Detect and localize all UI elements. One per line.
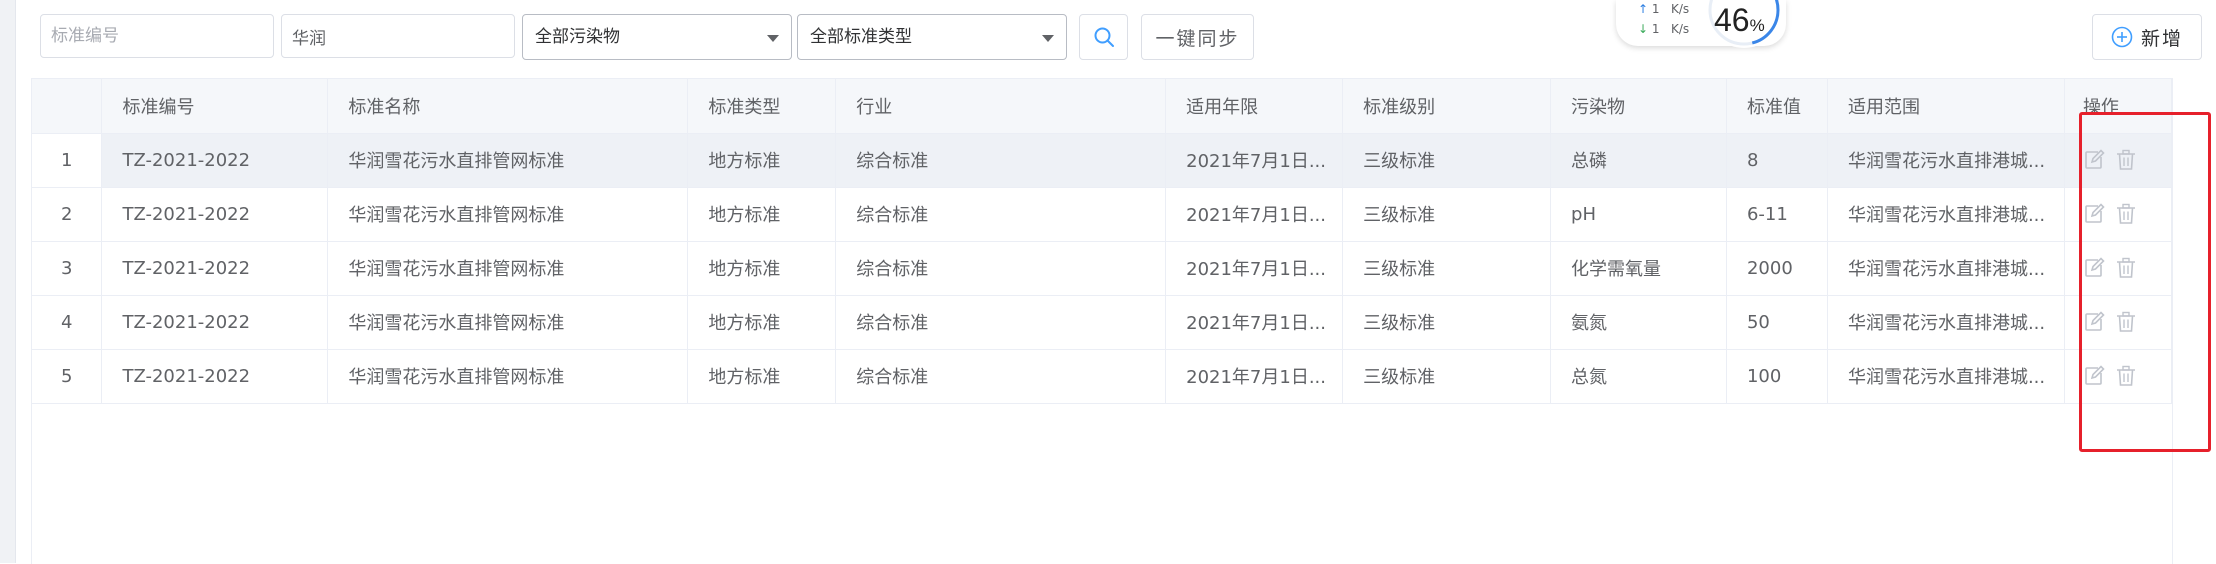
cell-standard-value: 100 [1726, 349, 1828, 404]
pollutant-select[interactable]: 全部污染物 [522, 14, 792, 60]
cell-applicable-period: 2021年7月1日... [1165, 349, 1344, 404]
search-button[interactable] [1079, 14, 1128, 60]
table-row[interactable]: 1 TZ-2021-2022 华润雪花污水直排管网标准 地方标准 综合标准 2021年7月… [32, 133, 2173, 188]
cell-applicable-scope: 华润雪花污水直排港城... [1827, 187, 2065, 242]
cell-index: 5 [32, 349, 103, 404]
upload-speed: ↑ 1 K/s [1638, 2, 1689, 16]
add-button[interactable]: 新增 [2092, 14, 2202, 60]
cell-standard-value: 2000 [1726, 241, 1828, 296]
cell-applicable-scope: 华润雪花污水直排港城... [1827, 295, 2065, 350]
cell-pollutant: pH [1550, 187, 1727, 242]
header-applicable-period: 适用年限 [1165, 79, 1344, 134]
cell-applicable-period: 2021年7月1日... [1165, 133, 1344, 188]
cell-standard-level: 三级标准 [1342, 349, 1552, 404]
cell-standard-code: TZ-2021-2022 [101, 133, 329, 188]
cell-applicable-scope: 华润雪花污水直排港城... [1827, 349, 2065, 404]
cell-applicable-scope: 华润雪花污水直排港城... [1827, 133, 2065, 188]
upload-speed-value: 1 [1651, 2, 1660, 16]
cell-standard-name: 华润雪花污水直排管网标准 [327, 241, 689, 296]
cell-standard-code: TZ-2021-2022 [101, 349, 329, 404]
cell-standard-code: TZ-2021-2022 [101, 241, 329, 296]
download-speed: ↓ 1 K/s [1638, 22, 1689, 36]
cell-standard-type: 地方标准 [687, 295, 837, 350]
cell-pollutant: 总氮 [1550, 349, 1727, 404]
usage-value: 46 [1714, 2, 1750, 38]
cell-applicable-period: 2021年7月1日... [1165, 295, 1344, 350]
cell-standard-name: 华润雪花污水直排管网标准 [327, 349, 689, 404]
cell-standard-type: 地方标准 [687, 133, 837, 188]
header-standard-type: 标准类型 [687, 79, 837, 134]
add-button-label: 新增 [2140, 27, 2183, 50]
cell-industry: 综合标准 [835, 295, 1167, 350]
upload-speed-unit: K/s [1670, 2, 1690, 16]
header-standard-code: 标准编号 [101, 79, 329, 134]
cell-standard-level: 三级标准 [1342, 187, 1552, 242]
cell-index: 1 [32, 133, 103, 188]
cell-standard-code: TZ-2021-2022 [101, 295, 329, 350]
sync-button[interactable]: 一键同步 [1141, 14, 1254, 60]
cell-standard-value: 50 [1726, 295, 1828, 350]
highlight-box [2079, 112, 2211, 452]
header-standard-level: 标准级别 [1342, 79, 1552, 134]
cell-applicable-scope: 华润雪花污水直排港城... [1827, 241, 2065, 296]
standard-code-input[interactable] [40, 14, 274, 58]
left-panel-edge [0, 0, 16, 563]
cell-applicable-period: 2021年7月1日... [1165, 241, 1344, 296]
standards-table: 标准编号 标准名称 标准类型 行业 适用年限 标准级别 污染物 标准值 适用范围… [31, 78, 2173, 564]
header-standard-value: 标准值 [1726, 79, 1828, 134]
header-applicable-scope: 适用范围 [1827, 79, 2065, 134]
cell-standard-value: 6-11 [1726, 187, 1828, 242]
cell-pollutant: 氨氮 [1550, 295, 1727, 350]
cell-standard-name: 华润雪花污水直排管网标准 [327, 295, 689, 350]
usage-unit: % [1749, 16, 1765, 35]
cell-industry: 综合标准 [835, 133, 1167, 188]
standard-name-input[interactable] [281, 14, 515, 58]
cell-pollutant: 总磷 [1550, 133, 1727, 188]
download-speed-unit: K/s [1670, 22, 1690, 36]
standard-type-select-value: 全部标准类型 [810, 27, 912, 47]
header-standard-name: 标准名称 [327, 79, 689, 134]
standard-type-select[interactable]: 全部标准类型 [797, 14, 1067, 60]
cell-industry: 综合标准 [835, 241, 1167, 296]
usage-readout: 46% [1714, 2, 1765, 39]
table-row[interactable]: 2 TZ-2021-2022 华润雪花污水直排管网标准 地方标准 综合标准 2021年7月… [32, 187, 2173, 242]
cell-industry: 综合标准 [835, 349, 1167, 404]
cell-standard-name: 华润雪花污水直排管网标准 [327, 187, 689, 242]
sync-button-label: 一键同步 [1155, 27, 1240, 50]
cell-index: 3 [32, 241, 103, 296]
cell-index: 4 [32, 295, 103, 350]
header-industry: 行业 [835, 79, 1167, 134]
usage-gauge: 46% [1706, 0, 1782, 48]
header-pollutant: 污染物 [1550, 79, 1727, 134]
cell-standard-type: 地方标准 [687, 241, 837, 296]
cell-index: 2 [32, 187, 103, 242]
cell-standard-type: 地方标准 [687, 349, 837, 404]
cell-industry: 综合标准 [835, 187, 1167, 242]
cell-standard-type: 地方标准 [687, 187, 837, 242]
cell-standard-code: TZ-2021-2022 [101, 187, 329, 242]
caret-down-icon [767, 35, 779, 42]
caret-down-icon [1042, 35, 1054, 42]
plus-circle-icon [2111, 26, 2133, 48]
search-icon [1094, 27, 1114, 47]
cell-standard-value: 8 [1726, 133, 1828, 188]
cell-standard-level: 三级标准 [1342, 295, 1552, 350]
download-speed-value: 1 [1651, 22, 1660, 36]
table-row[interactable]: 5 TZ-2021-2022 华润雪花污水直排管网标准 地方标准 综合标准 2021年7月… [32, 349, 2173, 404]
pollutant-select-value: 全部污染物 [535, 27, 620, 47]
table-row[interactable]: 3 TZ-2021-2022 华润雪花污水直排管网标准 地方标准 综合标准 2021年7月… [32, 241, 2173, 296]
cell-standard-level: 三级标准 [1342, 133, 1552, 188]
cell-pollutant: 化学需氧量 [1550, 241, 1727, 296]
table-row[interactable]: 4 TZ-2021-2022 华润雪花污水直排管网标准 地方标准 综合标准 2021年7月… [32, 295, 2173, 350]
cell-applicable-period: 2021年7月1日... [1165, 187, 1344, 242]
table-header-row: 标准编号 标准名称 标准类型 行业 适用年限 标准级别 污染物 标准值 适用范围… [32, 79, 2173, 134]
arrow-up-icon: ↑ [1638, 2, 1649, 16]
filter-toolbar: 全部污染物 全部标准类型 一键同步 新增 [15, 0, 2216, 70]
cell-standard-name: 华润雪花污水直排管网标准 [327, 133, 689, 188]
header-index [32, 79, 103, 134]
cell-standard-level: 三级标准 [1342, 241, 1552, 296]
arrow-down-icon: ↓ [1638, 22, 1649, 36]
